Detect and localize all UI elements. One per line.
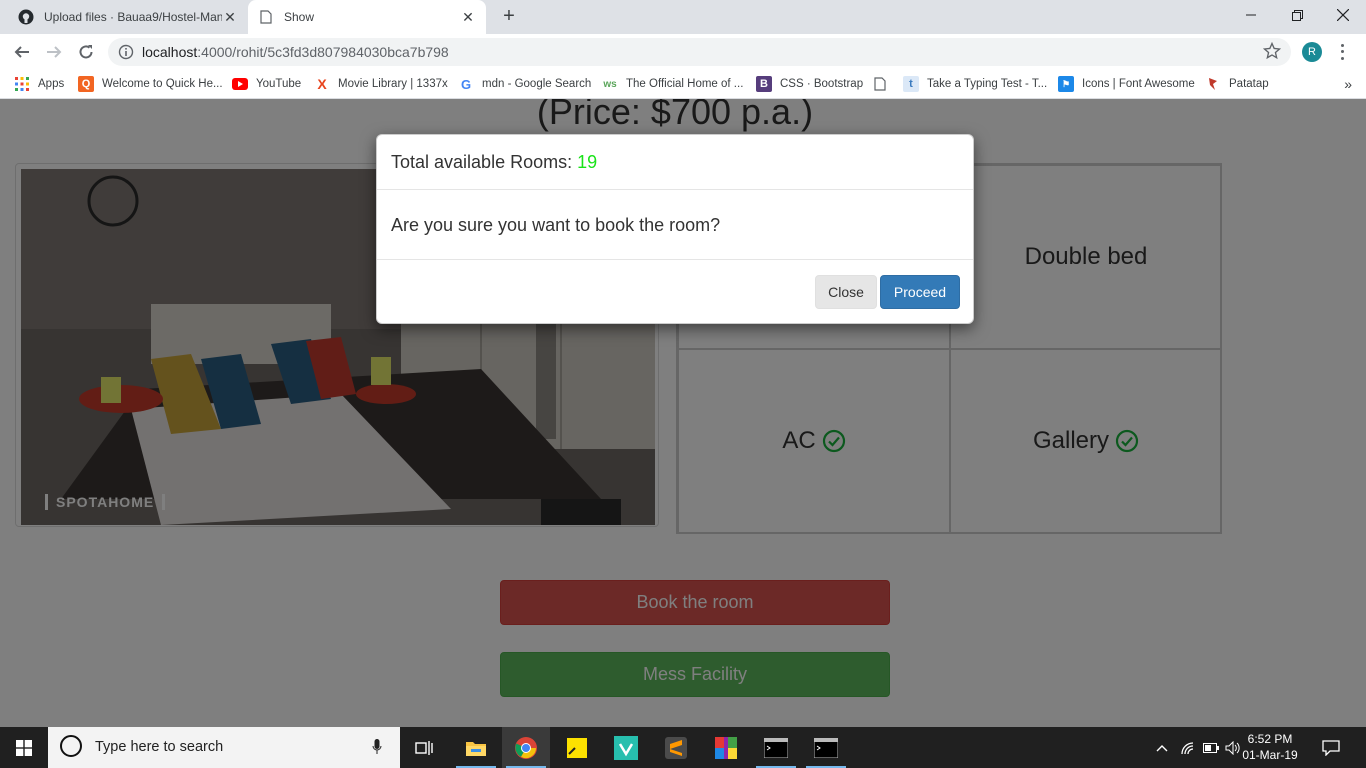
- tab-title: Show: [284, 10, 315, 24]
- clock-date: 01-Mar-19: [1242, 748, 1298, 762]
- bookmark-quick-heal[interactable]: Q Welcome to Quick He...: [78, 76, 223, 92]
- clock-time: 6:52 PM: [1247, 732, 1293, 746]
- bookmark-label: Apps: [38, 78, 65, 90]
- booking-confirm-modal: Total available Rooms: 19 Are you sure y…: [376, 134, 974, 324]
- microphone-icon[interactable]: [372, 739, 382, 755]
- volume-icon[interactable]: [1225, 727, 1241, 768]
- bookmark-official-home[interactable]: ᴡs The Official Home of ...: [602, 76, 743, 92]
- confirm-message: Are you sure you want to book the room?: [391, 215, 721, 235]
- cortana-icon: [60, 735, 82, 757]
- page-icon: [258, 9, 274, 25]
- bookmark-youtube[interactable]: YouTube: [232, 76, 301, 92]
- github-icon: [18, 9, 34, 25]
- bookmark-typing-test[interactable]: t Take a Typing Test - T...: [903, 76, 1047, 92]
- bookmark-label: The Official Home of ...: [626, 78, 744, 90]
- page-content: (Price: $700 p.a.): [0, 99, 1366, 727]
- reload-icon[interactable]: [74, 40, 98, 64]
- new-tab-button[interactable]: +: [498, 6, 520, 28]
- quick-heal-icon: Q: [78, 76, 94, 92]
- bookmark-1337x[interactable]: X Movie Library | 1337x: [314, 76, 448, 92]
- windows-start-icon[interactable]: [0, 727, 48, 768]
- official-home-icon: ᴡs: [603, 78, 617, 90]
- url-text: localhost:4000/rohit/5c3fd3d807984030bca…: [142, 44, 449, 60]
- bookmark-page[interactable]: [872, 76, 896, 92]
- bookmark-bootstrap[interactable]: B CSS · Bootstrap: [756, 76, 863, 92]
- modal-title: Total available Rooms: 19: [391, 152, 597, 173]
- apps-grid-icon: [14, 76, 30, 92]
- battery-icon[interactable]: [1203, 727, 1219, 768]
- task-view-icon[interactable]: [400, 727, 448, 768]
- window-close-icon[interactable]: [1320, 0, 1366, 30]
- tab-close-icon[interactable]: ✕: [222, 9, 238, 25]
- bookmarks-overflow-icon[interactable]: »: [1344, 76, 1352, 92]
- typing-test-icon: t: [903, 76, 919, 92]
- bookmark-mdn-google[interactable]: G mdn - Google Search: [458, 76, 591, 92]
- notifications-icon[interactable]: [1322, 727, 1340, 768]
- bookmarks-bar: Apps Q Welcome to Quick He... YouTube X …: [0, 70, 1366, 99]
- bookmark-star-icon[interactable]: [1262, 41, 1282, 60]
- search-placeholder: Type here to search: [95, 739, 224, 755]
- address-bar[interactable]: localhost:4000/rohit/5c3fd3d807984030bca…: [108, 38, 1291, 66]
- bookmark-label: Movie Library | 1337x: [338, 78, 448, 90]
- system-clock[interactable]: 6:52 PM 01-Mar-19: [1240, 731, 1300, 763]
- tab-show[interactable]: Show ✕: [248, 0, 486, 34]
- back-arrow-icon[interactable]: [10, 40, 34, 64]
- browser-toolbar: localhost:4000/rohit/5c3fd3d807984030bca…: [0, 34, 1366, 70]
- proceed-button[interactable]: Proceed: [880, 275, 960, 309]
- taskbar-search-box[interactable]: Type here to search: [48, 727, 400, 768]
- forward-arrow-icon[interactable]: [42, 40, 66, 64]
- profile-avatar[interactable]: R: [1302, 42, 1322, 62]
- 1337x-icon: X: [317, 76, 327, 92]
- tab-close-icon[interactable]: ✕: [460, 9, 476, 25]
- restore-icon[interactable]: [1274, 0, 1320, 30]
- youtube-icon: [232, 76, 248, 92]
- minimize-icon[interactable]: [1228, 0, 1274, 30]
- patatap-icon: [1205, 76, 1221, 92]
- command-prompt-icon[interactable]: [802, 727, 850, 768]
- app-teal-icon[interactable]: [602, 727, 650, 768]
- show-hidden-icons-icon[interactable]: [1155, 727, 1169, 768]
- sublime-text-icon[interactable]: [652, 727, 700, 768]
- rooms-label: Total available Rooms:: [391, 152, 573, 172]
- modal-header: Total available Rooms: 19: [377, 135, 973, 190]
- bookmark-label: Welcome to Quick He...: [102, 78, 223, 90]
- tab-strip: Upload files · Bauaa9/Hostel-Manag ✕ Sho…: [0, 0, 1366, 34]
- command-prompt-icon[interactable]: [752, 727, 800, 768]
- url-path: :4000/rohit/5c3fd3d807984030bca7b798: [197, 44, 449, 60]
- wifi-icon[interactable]: [1180, 727, 1196, 768]
- tab-title: Upload files · Bauaa9/Hostel-Manag: [44, 10, 222, 24]
- google-icon: G: [460, 76, 472, 92]
- bookmark-apps[interactable]: Apps: [14, 76, 64, 92]
- bookmark-font-awesome[interactable]: ⚑ Icons | Font Awesome: [1058, 76, 1195, 92]
- winrar-icon[interactable]: [702, 727, 750, 768]
- close-button[interactable]: Close: [815, 275, 877, 309]
- url-host: localhost: [142, 44, 198, 60]
- modal-body: Are you sure you want to book the room?: [377, 190, 973, 260]
- font-awesome-icon: ⚑: [1058, 76, 1074, 92]
- file-explorer-icon[interactable]: [452, 727, 500, 768]
- bookmark-patatap[interactable]: Patatap: [1205, 76, 1269, 92]
- bookmark-label: Take a Typing Test - T...: [927, 78, 1048, 90]
- tab-upload-files[interactable]: Upload files · Bauaa9/Hostel-Manag ✕: [8, 0, 248, 34]
- chrome-menu-icon[interactable]: [1338, 42, 1346, 62]
- bookmark-label: Icons | Font Awesome: [1082, 78, 1195, 90]
- page-icon: [872, 76, 888, 92]
- chrome-taskbar-icon[interactable]: [502, 727, 550, 768]
- windows-taskbar: Type here to search 6:52 PM 01-Mar-19: [0, 727, 1366, 768]
- bookmark-label: Patatap: [1229, 78, 1269, 90]
- bookmark-label: mdn - Google Search: [482, 78, 592, 90]
- info-icon[interactable]: [118, 44, 134, 60]
- bookmark-label: CSS · Bootstrap: [780, 78, 864, 90]
- bootstrap-icon: B: [756, 76, 772, 92]
- rooms-count: 19: [577, 152, 598, 172]
- bookmark-label: YouTube: [256, 78, 302, 90]
- sticky-notes-icon[interactable]: [553, 727, 601, 768]
